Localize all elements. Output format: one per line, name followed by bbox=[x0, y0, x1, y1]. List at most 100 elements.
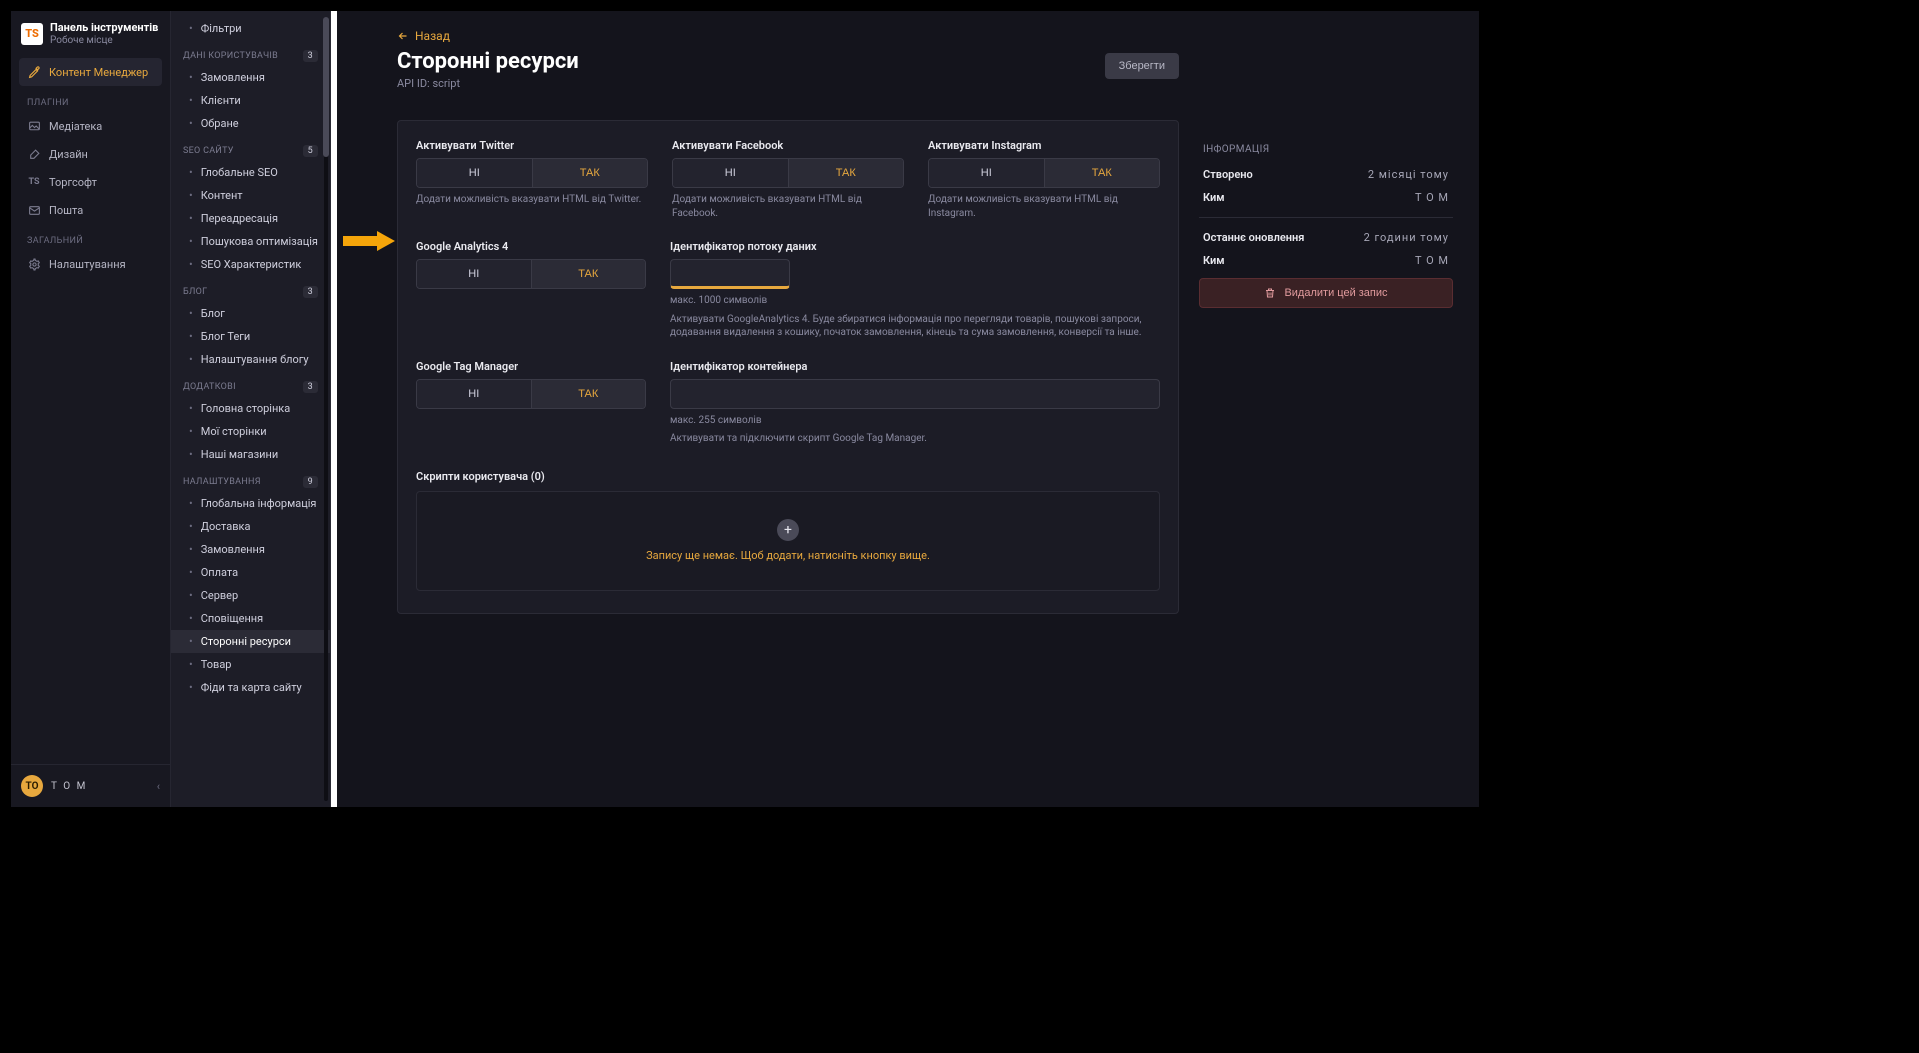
help-facebook: Додати можливість вказувати HTML від Fac… bbox=[672, 193, 904, 220]
content-type-item[interactable]: Переадресація bbox=[171, 207, 330, 230]
toggle-on[interactable]: ТАК bbox=[788, 159, 904, 187]
toggle-gtm: НІ ТАК bbox=[416, 379, 646, 409]
content-type-item[interactable]: Пошукова оптимізація bbox=[171, 230, 330, 253]
scrollbar-thumb[interactable] bbox=[323, 17, 329, 157]
delete-entry-button[interactable]: Видалити цей запис bbox=[1199, 278, 1453, 308]
nav-content-manager[interactable]: Контент Менеджер bbox=[19, 58, 162, 86]
content-type-item[interactable]: Фільтри bbox=[171, 17, 330, 40]
toggle-ga4: НІ ТАК bbox=[416, 259, 646, 289]
content-type-item[interactable]: Наші магазини bbox=[171, 443, 330, 466]
content-type-item[interactable]: Налаштування блогу bbox=[171, 348, 330, 371]
field-label-gtm-container: Ідентифікатор контейнера bbox=[670, 360, 1160, 373]
paint-icon bbox=[27, 147, 41, 161]
nav-design[interactable]: Дизайн bbox=[19, 140, 162, 168]
brand-logo: TS bbox=[21, 23, 43, 45]
add-button[interactable]: + bbox=[777, 519, 799, 541]
help-ga4-stream: Активувати GoogleAnalytics 4. Буде збира… bbox=[670, 313, 1160, 340]
toggle-on[interactable]: ТАК bbox=[532, 159, 648, 187]
toggle-off[interactable]: НІ bbox=[417, 260, 531, 288]
content-type-item[interactable]: Товар bbox=[171, 653, 330, 676]
help-instagram: Додати можливість вказувати HTML від Ins… bbox=[928, 193, 1160, 220]
info-key: Ким bbox=[1203, 254, 1225, 267]
primary-sidebar: TS Панель інструментів Робоче місце Конт… bbox=[11, 11, 171, 807]
info-val: T O M bbox=[1415, 191, 1449, 204]
content-group-header: НАЛАШТУВАННЯ9 bbox=[171, 466, 330, 492]
content-type-item[interactable]: Замовлення bbox=[171, 66, 330, 89]
content-type-item[interactable]: SEO Характеристик bbox=[171, 253, 330, 276]
input-gtm-container[interactable] bbox=[670, 379, 1160, 409]
trash-icon bbox=[1264, 287, 1276, 299]
nav-settings[interactable]: Налаштування bbox=[19, 250, 162, 278]
content-type-item[interactable]: Оплата bbox=[171, 561, 330, 584]
toggle-off[interactable]: НІ bbox=[417, 159, 532, 187]
input-ga4-stream[interactable] bbox=[670, 259, 790, 289]
nav-label: Налаштування bbox=[49, 258, 126, 271]
content-group-header: SEO САЙТУ5 bbox=[171, 135, 330, 161]
toggle-on[interactable]: ТАК bbox=[1044, 159, 1160, 187]
content-group-header: БЛОГ3 bbox=[171, 276, 330, 302]
form-card: Активувати Twitter НІ ТАК Додати можливі… bbox=[397, 120, 1179, 614]
content-type-item[interactable]: Сторонні ресурси bbox=[171, 630, 330, 653]
nav-label: Медіатека bbox=[49, 120, 102, 133]
info-key: Останнє оновлення bbox=[1203, 231, 1304, 244]
brand-subtitle: Робоче місце bbox=[50, 35, 158, 46]
back-label: Назад bbox=[415, 29, 450, 43]
field-label-gtm: Google Tag Manager bbox=[416, 360, 646, 373]
content-type-item[interactable]: Сервер bbox=[171, 584, 330, 607]
save-button[interactable]: Зберегти bbox=[1105, 53, 1179, 79]
nav-media[interactable]: Медіатека bbox=[19, 112, 162, 140]
nav-label: Торгсофт bbox=[49, 176, 97, 189]
content-type-item[interactable]: Обране bbox=[171, 112, 330, 135]
toggle-off[interactable]: НІ bbox=[673, 159, 788, 187]
content-type-item[interactable]: Блог Теги bbox=[171, 325, 330, 348]
toggle-off[interactable]: НІ bbox=[929, 159, 1044, 187]
help-twitter: Додати можливість вказувати HTML від Twi… bbox=[416, 193, 648, 207]
content-type-sidebar[interactable]: ФільтриДАНІ КОРИСТУВАЧІВ3ЗамовленняКлієн… bbox=[171, 11, 331, 807]
content-type-item[interactable]: Сповіщення bbox=[171, 607, 330, 630]
content-type-item[interactable]: Глобальне SEO bbox=[171, 161, 330, 184]
content-type-item[interactable]: Головна сторінка bbox=[171, 397, 330, 420]
ts-icon: TS bbox=[27, 175, 41, 189]
toggle-on[interactable]: ТАК bbox=[531, 380, 646, 408]
nav-section-plugins: ПЛАГІНИ bbox=[19, 86, 162, 112]
scripts-empty-text: Запису ще немає. Щоб додати, натисніть к… bbox=[646, 549, 930, 562]
content-type-item[interactable]: Клієнти bbox=[171, 89, 330, 112]
content-type-item[interactable]: Контент bbox=[171, 184, 330, 207]
nav-torgsoft[interactable]: TS Торгсофт bbox=[19, 168, 162, 196]
scripts-empty-box: + Запису ще немає. Щоб додати, натисніть… bbox=[416, 491, 1160, 591]
content-type-item[interactable]: Глобальна інформація bbox=[171, 492, 330, 515]
main-panel: Зберегти Назад Сторонні ресурси API ID: … bbox=[337, 11, 1479, 807]
sidebar-footer[interactable]: TO T O M ‹ bbox=[11, 764, 170, 807]
info-key: Ким bbox=[1203, 191, 1225, 204]
brand-title: Панель інструментів bbox=[50, 21, 158, 34]
field-label-scripts: Скрипти користувача (0) bbox=[416, 470, 1160, 483]
primary-nav: Контент Менеджер ПЛАГІНИ Медіатека Дизай… bbox=[11, 54, 170, 764]
nav-section-general: ЗАГАЛЬНИЙ bbox=[19, 224, 162, 250]
content-type-item[interactable]: Замовлення bbox=[171, 538, 330, 561]
back-link[interactable]: Назад bbox=[397, 29, 1453, 43]
help-gtm: Активувати та підключити скрипт Google T… bbox=[670, 432, 1160, 446]
arrow-left-icon bbox=[397, 30, 409, 42]
count-badge: 9 bbox=[303, 476, 318, 488]
content-type-item[interactable]: Доставка bbox=[171, 515, 330, 538]
toggle-off[interactable]: НІ bbox=[417, 380, 531, 408]
gear-icon bbox=[27, 257, 41, 271]
content-group-header: ДАНІ КОРИСТУВАЧІВ3 bbox=[171, 40, 330, 66]
content-type-item[interactable]: Блог bbox=[171, 302, 330, 325]
toggle-on[interactable]: ТАК bbox=[531, 260, 646, 288]
count-badge: 3 bbox=[303, 286, 318, 298]
field-label-twitter: Активувати Twitter bbox=[416, 139, 648, 152]
count-badge: 3 bbox=[303, 50, 318, 62]
edit-icon bbox=[27, 65, 41, 79]
avatar: TO bbox=[21, 775, 43, 797]
content-type-item[interactable]: Фіди та карта сайту bbox=[171, 676, 330, 699]
content-type-item[interactable]: Мої сторінки bbox=[171, 420, 330, 443]
info-panel: ІНФОРМАЦІЯ Створено2 місяці тому КимT O … bbox=[1199, 120, 1453, 614]
nav-mail[interactable]: Пошта bbox=[19, 196, 162, 224]
toggle-facebook: НІ ТАК bbox=[672, 158, 904, 188]
nav-label: Пошта bbox=[49, 204, 83, 217]
image-icon bbox=[27, 119, 41, 133]
max-ga4-stream: макс. 1000 символів bbox=[670, 294, 1160, 308]
toggle-twitter: НІ ТАК bbox=[416, 158, 648, 188]
info-key: Створено bbox=[1203, 168, 1253, 181]
